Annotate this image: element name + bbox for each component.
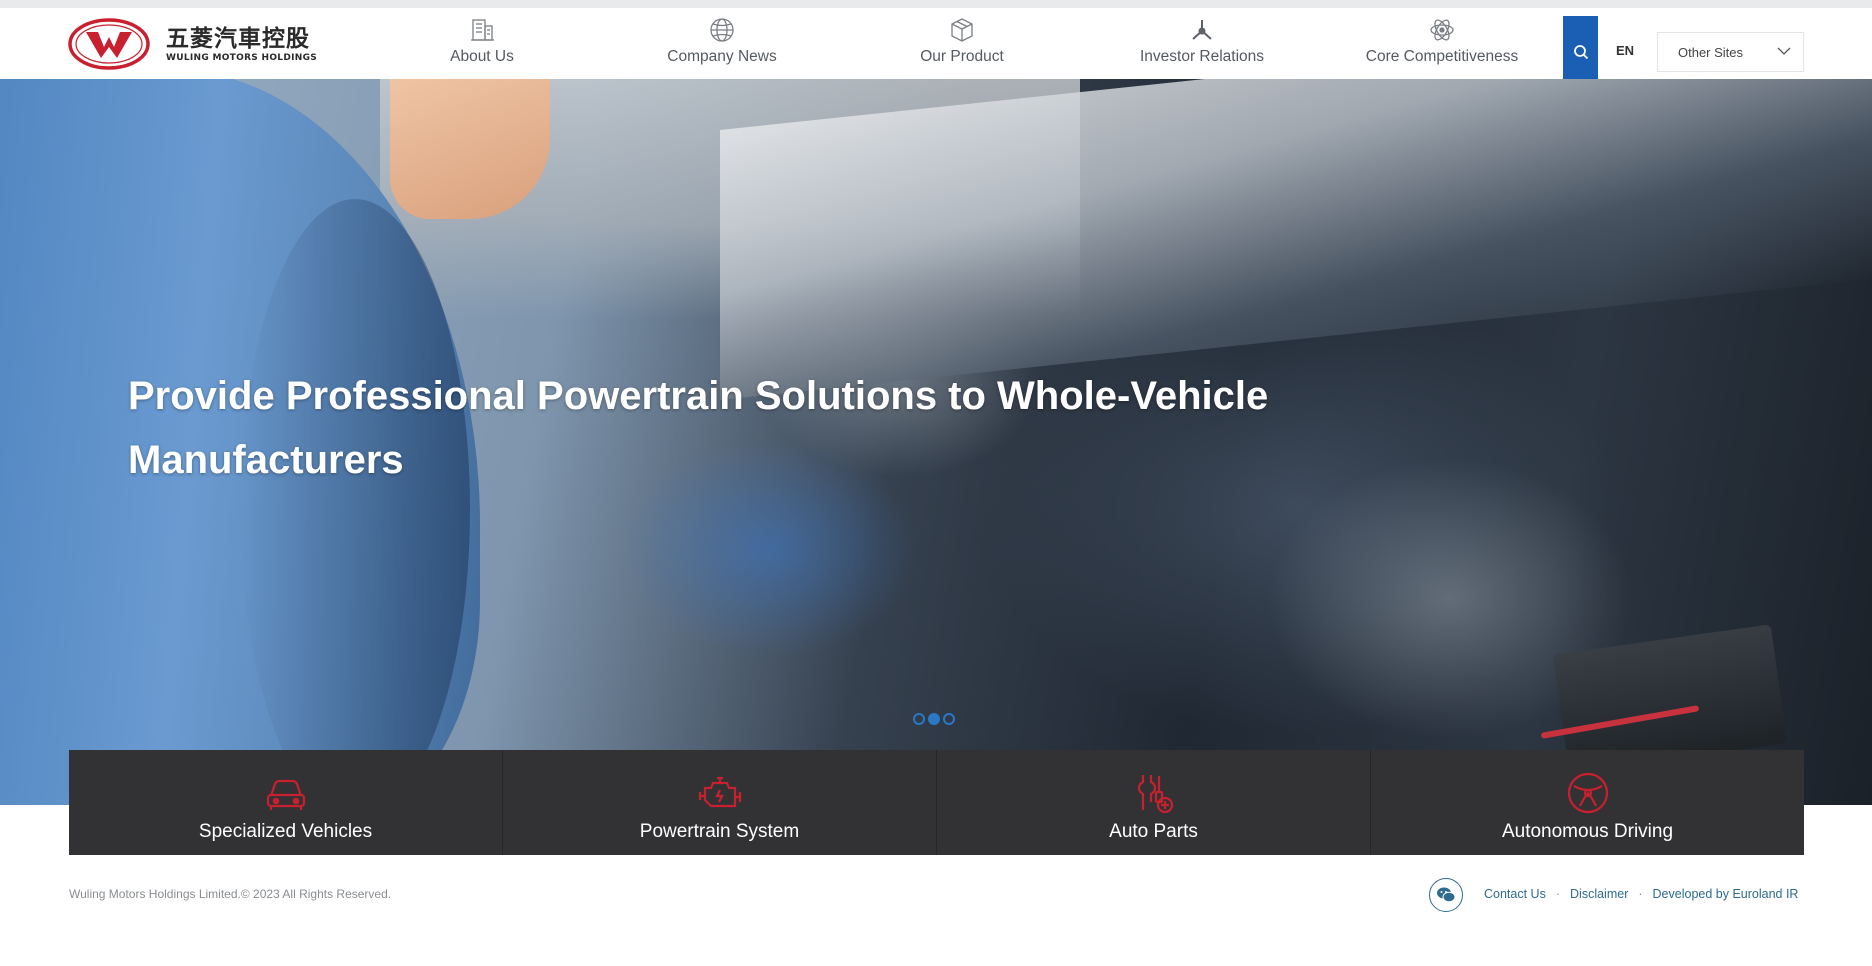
nav-core-competitiveness[interactable]: Core Competitiveness [1332, 16, 1552, 76]
category-label: Autonomous Driving [1501, 821, 1674, 842]
logo-english-name: WULING MOTORS HOLDINGS [166, 52, 318, 63]
wechat-icon [1437, 887, 1456, 903]
category-label: Powertrain System [639, 821, 800, 842]
footer-links: Contact Us · Disclaimer · Developed by E… [1484, 887, 1798, 901]
nav-label: Investor Relations [1139, 48, 1265, 65]
hero-car-hood [720, 79, 1872, 400]
hero-mechanic-shade [240, 199, 470, 805]
tools-icon [1137, 775, 1173, 814]
nav-company-news[interactable]: Company News [612, 16, 832, 76]
site-header: 五菱汽車控股 WULING MOTORS HOLDINGS About Us C… [0, 8, 1872, 87]
building-icon [471, 19, 494, 41]
language-switch[interactable]: EN [1616, 43, 1634, 58]
hero-title: Provide Professional Powertrain Solution… [128, 374, 1269, 482]
category-specialized-vehicles[interactable]: Specialized Vehicles [69, 750, 503, 855]
separator: · [1555, 887, 1561, 901]
search-button[interactable] [1563, 16, 1598, 87]
wechat-button[interactable] [1429, 878, 1463, 912]
separator: · [1638, 887, 1643, 901]
globe-icon [710, 18, 734, 42]
nav-label: Company News [667, 48, 777, 65]
logo-chinese-name: 五菱汽車控股 [166, 25, 310, 52]
slider-dot-2[interactable] [928, 713, 940, 725]
nav-investor-relations[interactable]: Investor Relations [1092, 16, 1312, 76]
contact-us-link[interactable]: Contact Us [1484, 887, 1546, 901]
slider-dot-1[interactable] [913, 713, 925, 725]
category-bar: Specialized Vehicles Powertrain System A… [69, 750, 1804, 855]
category-autonomous-driving[interactable]: Autonomous Driving [1371, 750, 1804, 855]
nav-label: Core Competitiveness [1365, 48, 1519, 65]
wuling-logo-icon [68, 18, 150, 70]
steering-icon [1567, 772, 1608, 814]
logo[interactable]: 五菱汽車控股 WULING MOTORS HOLDINGS [68, 17, 318, 71]
top-strip [0, 0, 1872, 8]
slider-dots [913, 713, 955, 725]
hero-banner: Provide Professional Powertrain Solution… [0, 79, 1872, 805]
engine-icon [698, 776, 741, 808]
chevron-down-icon [1777, 47, 1791, 55]
nav-about-us[interactable]: About Us [372, 16, 592, 76]
developer-link[interactable]: Developed by Euroland IR [1653, 887, 1799, 901]
category-label: Specialized Vehicles [198, 821, 373, 842]
nav-label: Our Product [920, 48, 1004, 65]
other-sites-dropdown[interactable]: Other Sites [1657, 32, 1804, 72]
other-sites-label: Other Sites [1678, 44, 1744, 60]
category-auto-parts[interactable]: Auto Parts [937, 750, 1371, 855]
search-icon [1573, 44, 1588, 59]
disclaimer-link[interactable]: Disclaimer [1570, 887, 1628, 901]
category-powertrain-system[interactable]: Powertrain System [503, 750, 937, 855]
network-icon [1192, 20, 1212, 40]
car-icon [266, 779, 305, 810]
nav-label: About Us [450, 48, 514, 65]
nav-our-product[interactable]: Our Product [852, 16, 1072, 76]
slider-dot-3[interactable] [943, 713, 955, 725]
box-icon [951, 18, 973, 42]
atom-icon [1430, 19, 1454, 41]
category-label: Auto Parts [1109, 821, 1198, 842]
copyright-text: Wuling Motors Holdings Limited.© 2023 Al… [69, 887, 392, 901]
